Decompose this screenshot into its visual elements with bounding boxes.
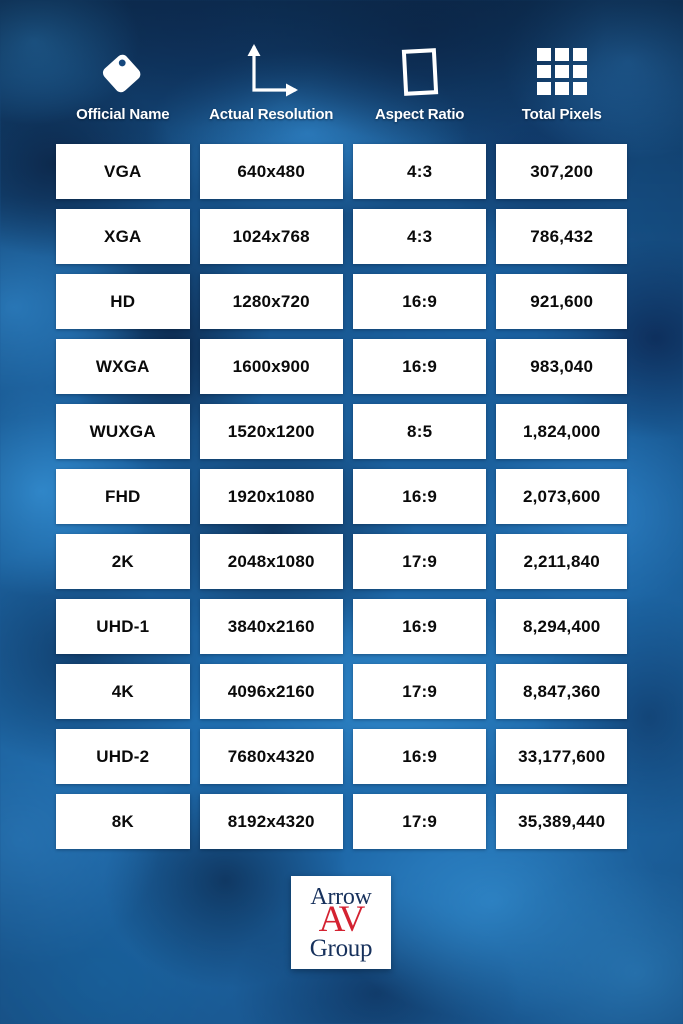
cell-actual-resolution: 1600x900 — [199, 339, 343, 394]
cell-actual-resolution: 1024x768 — [199, 209, 343, 264]
cell-official-name: 8K — [56, 794, 190, 849]
cell-official-name: WXGA — [56, 339, 190, 394]
cell-official-name: UHD-1 — [56, 599, 190, 654]
cell-total-pixels: 35,389,440 — [496, 794, 627, 849]
cell-aspect-ratio: 16:9 — [352, 469, 487, 524]
cell-aspect-ratio: 4:3 — [352, 144, 487, 199]
cell-aspect-ratio: 16:9 — [352, 274, 487, 329]
resolution-table: VGA 640x480 4:3 307,200 XGA 1024x768 4:3 786,43… — [56, 144, 627, 849]
table-row: WUXGA 1520x1200 8:5 1,824,000 — [56, 404, 627, 459]
cell-actual-resolution: 8192x4320 — [199, 794, 343, 849]
cell-total-pixels: 307,200 — [496, 144, 627, 199]
header-column-total-pixels: Total Pixels — [496, 36, 627, 123]
logo-text-av: AV — [318, 898, 366, 940]
table-header-row: Official Name Actual Resolution Aspect R… — [56, 36, 627, 123]
cell-aspect-ratio: 17:9 — [352, 534, 487, 589]
rectangle-frame-icon — [396, 36, 444, 98]
header-column-aspect-ratio: Aspect Ratio — [353, 36, 487, 123]
cell-actual-resolution: 7680x4320 — [199, 729, 343, 784]
table-row: XGA 1024x768 4:3 786,432 — [56, 209, 627, 264]
cell-total-pixels: 33,177,600 — [496, 729, 627, 784]
table-row: FHD 1920x1080 16:9 2,073,600 — [56, 469, 627, 524]
cell-actual-resolution: 1280x720 — [199, 274, 343, 329]
pixel-grid-icon — [534, 36, 590, 98]
logo-text-group: Group — [309, 934, 373, 962]
cell-official-name: HD — [56, 274, 190, 329]
cell-aspect-ratio: 17:9 — [352, 794, 487, 849]
cell-total-pixels: 2,211,840 — [496, 534, 627, 589]
cell-official-name: 2K — [56, 534, 190, 589]
cell-official-name: VGA — [56, 144, 190, 199]
header-label-aspect-ratio: Aspect Ratio — [374, 106, 465, 123]
cell-official-name: WUXGA — [56, 404, 190, 459]
cell-actual-resolution: 640x480 — [199, 144, 343, 199]
table-row: HD 1280x720 16:9 921,600 — [56, 274, 627, 329]
header-label-actual-resolution: Actual Resolution — [209, 106, 334, 123]
cell-actual-resolution: 4096x2160 — [199, 664, 343, 719]
header-column-actual-resolution: Actual Resolution — [200, 36, 343, 123]
cell-actual-resolution: 1520x1200 — [199, 404, 343, 459]
cell-aspect-ratio: 16:9 — [352, 729, 487, 784]
cell-total-pixels: 8,294,400 — [496, 599, 627, 654]
cell-official-name: FHD — [56, 469, 190, 524]
cell-actual-resolution: 2048x1080 — [199, 534, 343, 589]
axes-arrows-icon — [242, 36, 300, 98]
table-row: UHD-1 3840x2160 16:9 8,294,400 — [56, 599, 627, 654]
cell-total-pixels: 1,824,000 — [496, 404, 627, 459]
cell-aspect-ratio: 4:3 — [352, 209, 487, 264]
infographic-page: Official Name Actual Resolution Aspect R… — [0, 0, 683, 1024]
table-row: UHD-2 7680x4320 16:9 33,177,600 — [56, 729, 627, 784]
table-row: VGA 640x480 4:3 307,200 — [56, 144, 627, 199]
header-label-total-pixels: Total Pixels — [521, 106, 602, 123]
cell-total-pixels: 2,073,600 — [496, 469, 627, 524]
tag-icon — [100, 36, 146, 98]
cell-official-name: XGA — [56, 209, 190, 264]
cell-aspect-ratio: 16:9 — [352, 339, 487, 394]
table-row: 4K 4096x2160 17:9 8,847,360 — [56, 664, 627, 719]
table-row: 8K 8192x4320 17:9 35,389,440 — [56, 794, 627, 849]
cell-actual-resolution: 3840x2160 — [199, 599, 343, 654]
cell-total-pixels: 8,847,360 — [496, 664, 627, 719]
header-label-official-name: Official Name — [76, 106, 170, 123]
table-row: WXGA 1600x900 16:9 983,040 — [56, 339, 627, 394]
cell-total-pixels: 921,600 — [496, 274, 627, 329]
arrow-av-group-logo: Arrow AV Group — [291, 876, 391, 969]
cell-aspect-ratio: 8:5 — [352, 404, 487, 459]
header-column-official-name: Official Name — [56, 36, 190, 123]
cell-total-pixels: 983,040 — [496, 339, 627, 394]
cell-official-name: 4K — [56, 664, 190, 719]
cell-actual-resolution: 1920x1080 — [199, 469, 343, 524]
cell-aspect-ratio: 16:9 — [352, 599, 487, 654]
cell-aspect-ratio: 17:9 — [352, 664, 487, 719]
cell-total-pixels: 786,432 — [496, 209, 627, 264]
table-row: 2K 2048x1080 17:9 2,211,840 — [56, 534, 627, 589]
cell-official-name: UHD-2 — [56, 729, 190, 784]
